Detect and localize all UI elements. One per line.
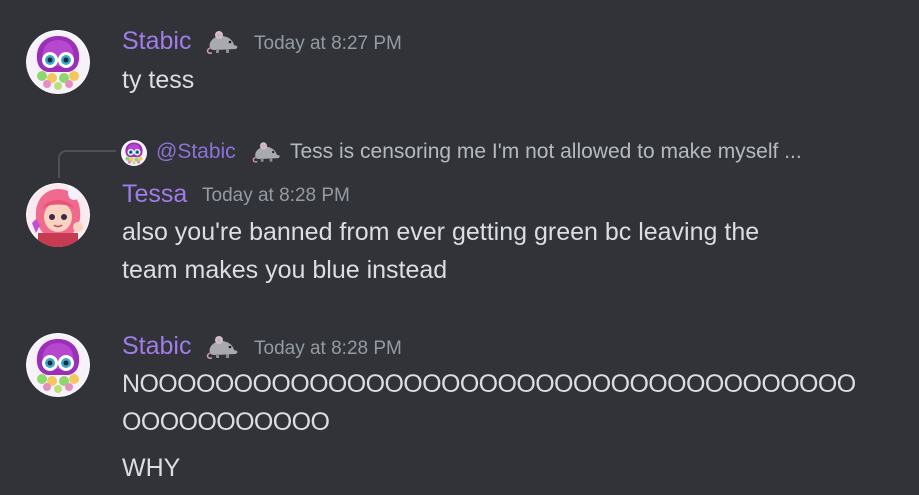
message-text: NOOOOOOOOOOOOOOOOOOOOOOOOOOOOOOOOOOOOOO bbox=[122, 370, 856, 398]
rat-icon bbox=[206, 333, 240, 361]
timestamp[interactable]: Today at 8:27 PM bbox=[254, 33, 402, 55]
reply-spine bbox=[58, 150, 116, 178]
chat-log: Stabic Today at 8:27 PM ty tess @Stabic … bbox=[0, 0, 919, 495]
avatar[interactable] bbox=[26, 30, 90, 94]
reply-mention[interactable]: @Stabic bbox=[156, 139, 236, 165]
rat-icon bbox=[252, 139, 282, 165]
avatar[interactable] bbox=[26, 333, 90, 397]
message-text: OOOOOOOOOOO bbox=[122, 408, 330, 436]
reply-preview-text[interactable]: Tess is censoring me I'm not allowed to … bbox=[290, 139, 802, 165]
message-text: also you're banned from ever getting gre… bbox=[122, 218, 760, 246]
username[interactable]: Stabic bbox=[122, 27, 191, 55]
message-text: WHY bbox=[122, 454, 181, 482]
message-text: ty tess bbox=[122, 66, 195, 94]
timestamp[interactable]: Today at 8:28 PM bbox=[202, 185, 350, 207]
avatar[interactable] bbox=[26, 183, 90, 247]
username[interactable]: Tessa bbox=[122, 180, 187, 208]
username[interactable]: Stabic bbox=[122, 332, 191, 360]
rat-icon bbox=[206, 28, 240, 56]
timestamp[interactable]: Today at 8:28 PM bbox=[254, 338, 402, 360]
reply-avatar[interactable] bbox=[121, 140, 147, 166]
message-text: team makes you blue instead bbox=[122, 256, 448, 284]
